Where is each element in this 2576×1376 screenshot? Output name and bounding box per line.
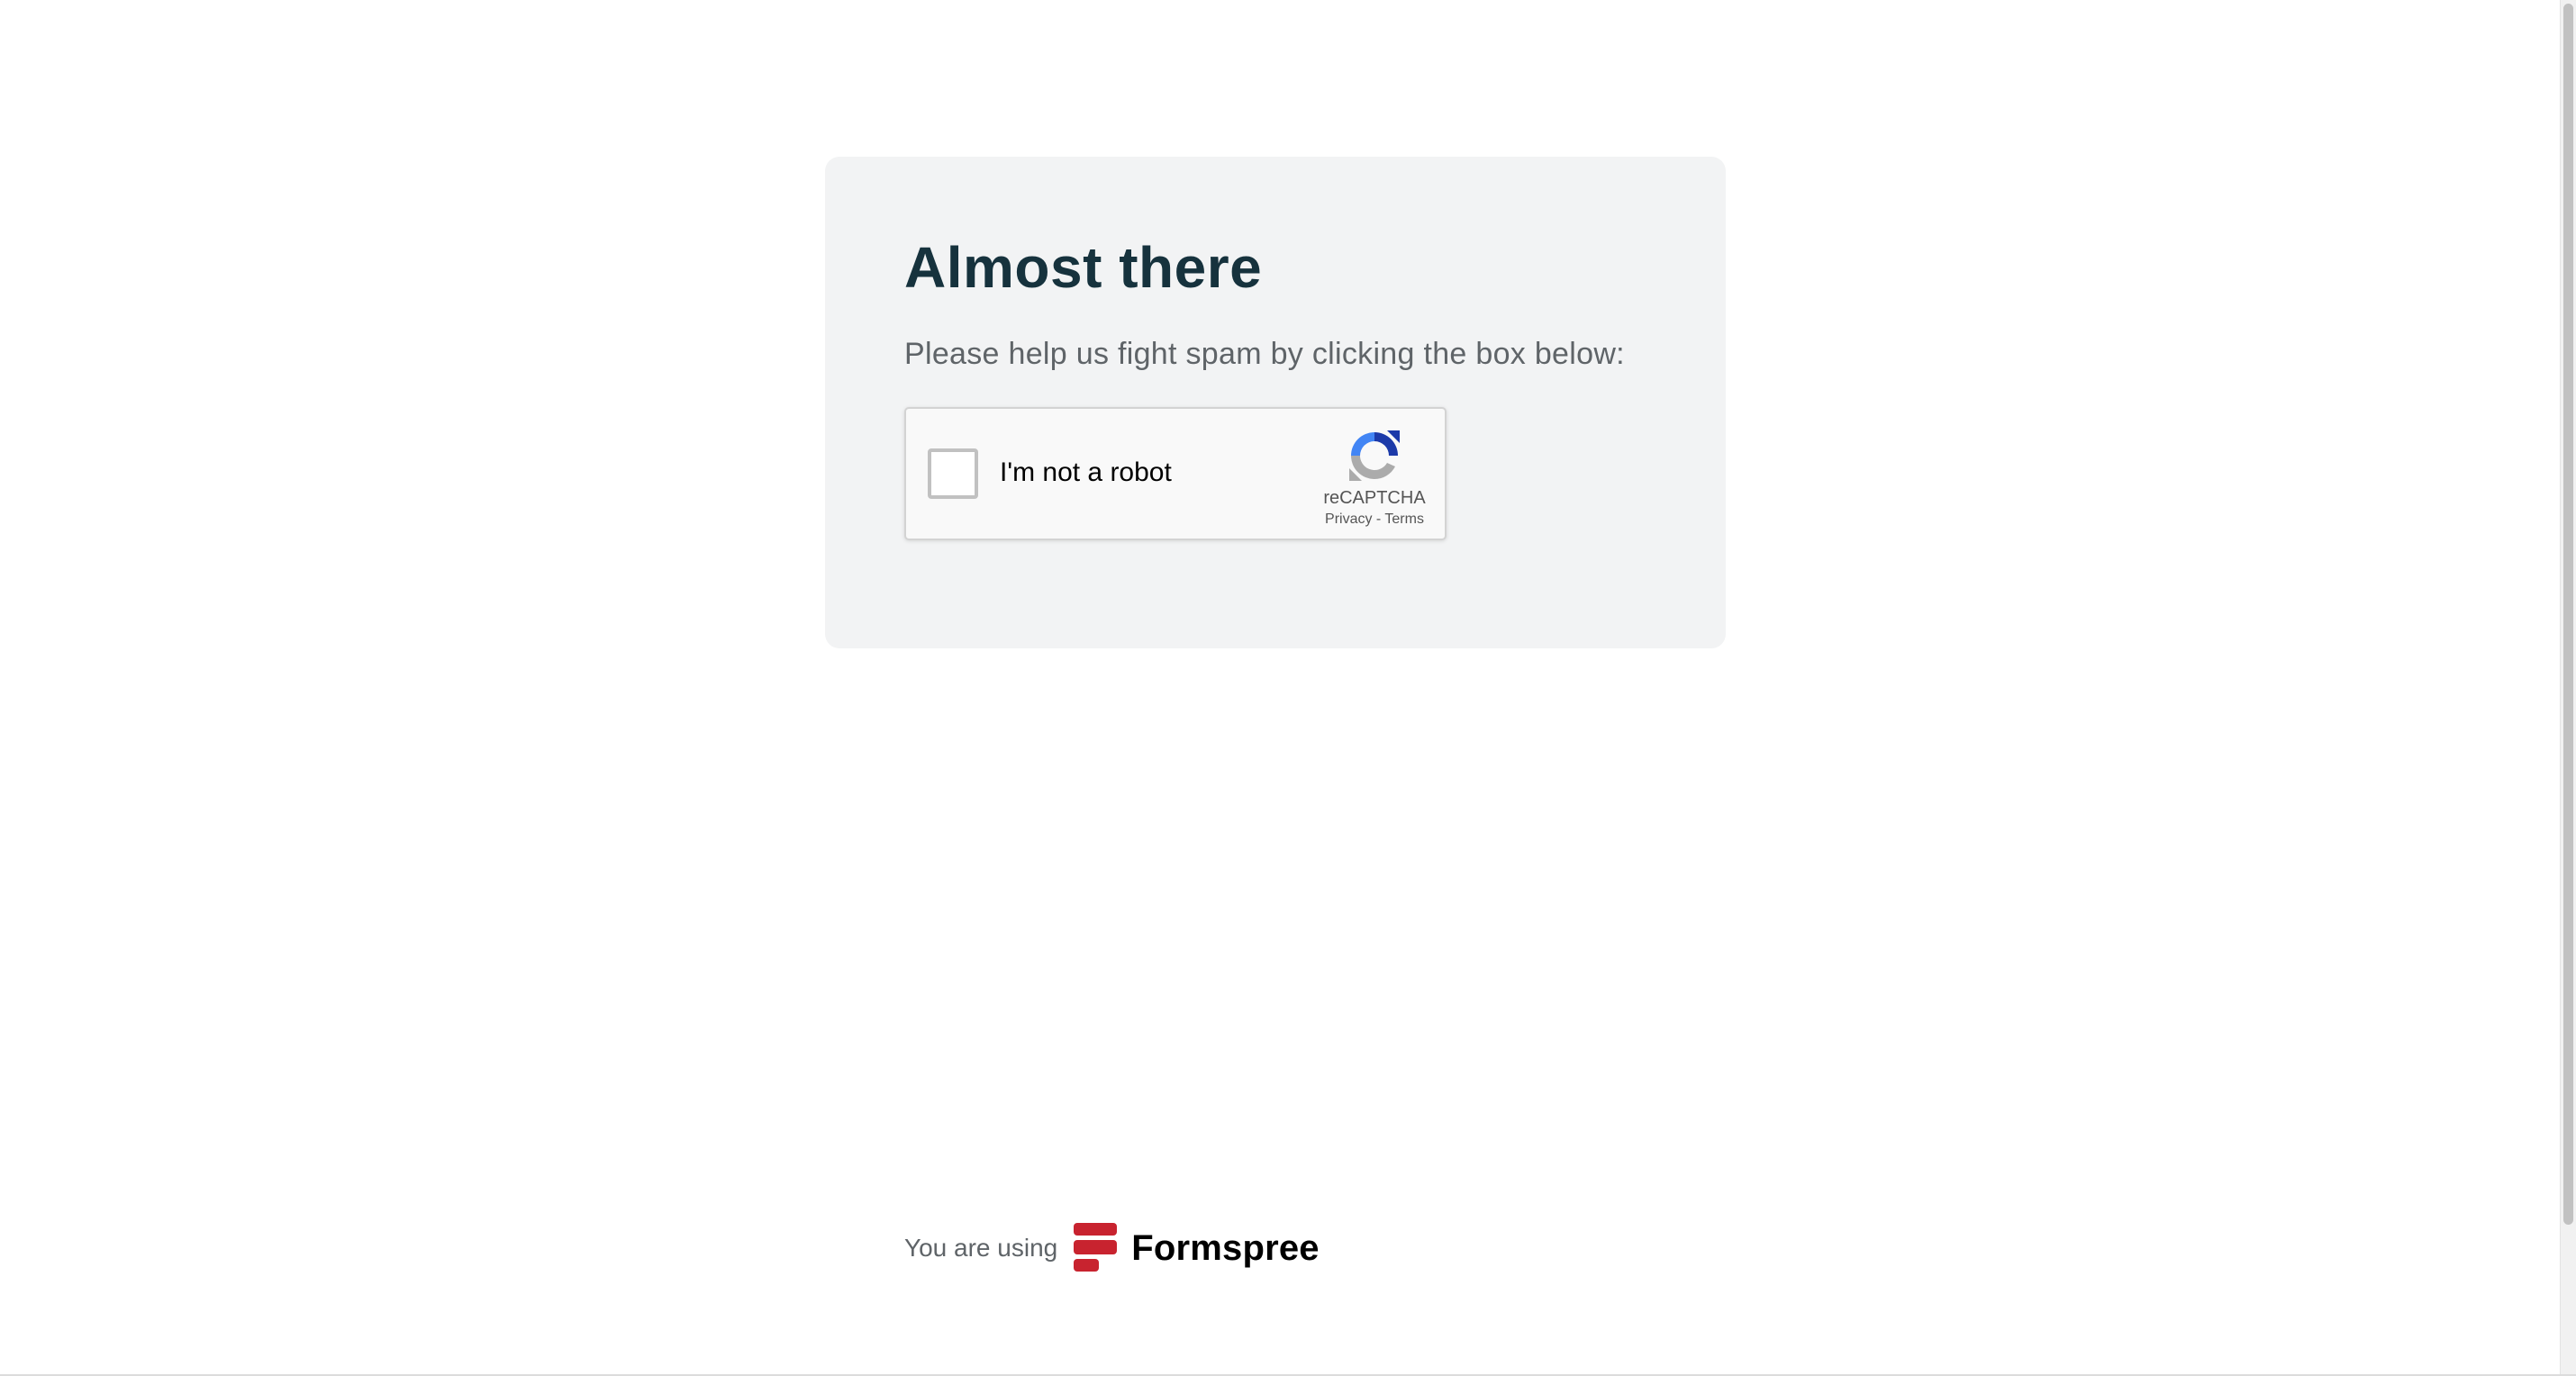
page-title: Almost there xyxy=(904,235,1263,300)
recaptcha-checkbox[interactable] xyxy=(928,448,978,499)
recaptcha-label[interactable]: I'm not a robot xyxy=(1000,457,1172,488)
formspree-logo-icon xyxy=(1074,1223,1118,1272)
recaptcha-brand: reCAPTCHA xyxy=(1323,488,1426,508)
vertical-scrollbar[interactable] xyxy=(2560,0,2576,1376)
page-subtitle: Please help us fight spam by clicking th… xyxy=(904,337,1625,371)
scrollbar-thumb[interactable] xyxy=(2563,4,2573,1225)
footer-prefix: You are using xyxy=(904,1234,1058,1262)
page: Almost there Please help us fight spam b… xyxy=(0,0,2576,1376)
link-separator: - xyxy=(1375,511,1382,527)
footer: You are using Formspree xyxy=(904,1223,1320,1273)
formspree-brand-name: Formspree xyxy=(1131,1227,1320,1268)
recaptcha-widget: I'm not a robot reCAPTCHA Privacy - Term… xyxy=(904,407,1447,540)
formspree-link[interactable]: Formspree xyxy=(1074,1223,1320,1273)
terms-link[interactable]: Terms xyxy=(1384,511,1424,527)
recaptcha-logo-icon xyxy=(1349,430,1400,481)
captcha-card: Almost there Please help us fight spam b… xyxy=(825,157,1726,648)
recaptcha-links: Privacy - Terms xyxy=(1284,511,1465,528)
privacy-link[interactable]: Privacy xyxy=(1325,511,1372,527)
